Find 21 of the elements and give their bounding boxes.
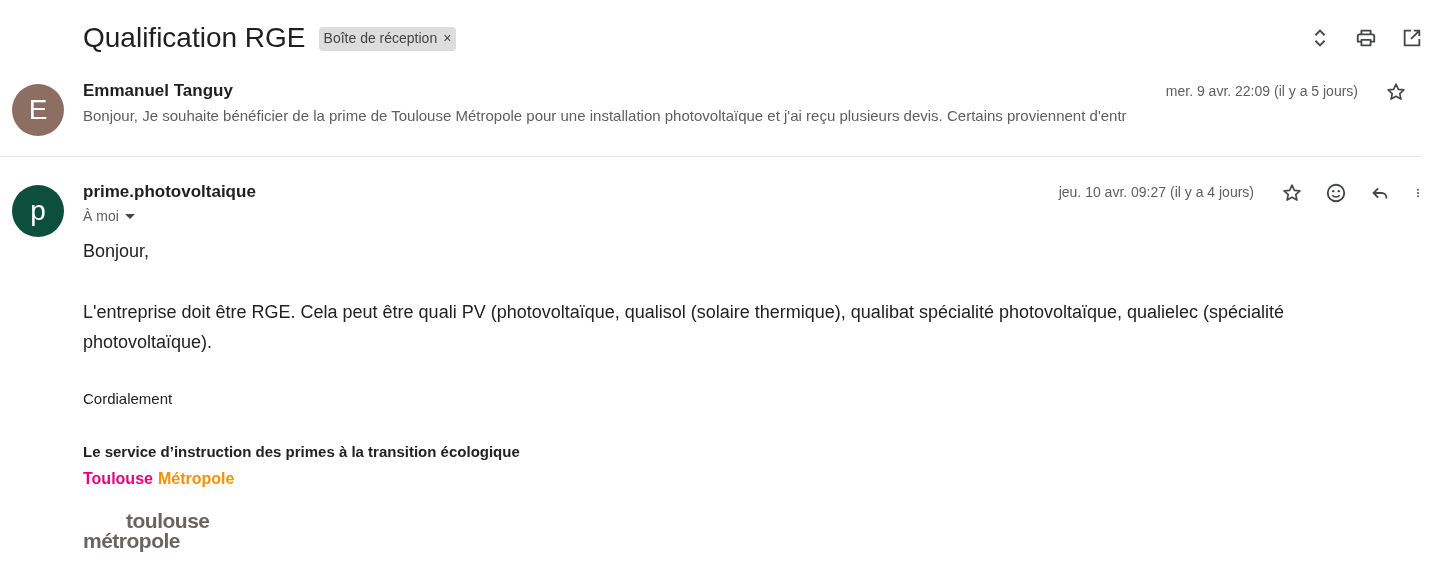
remove-label-button[interactable]: ×: [443, 28, 452, 49]
message-date: mer. 9 avr. 22:09 (il y a 5 jours): [1165, 82, 1358, 101]
body-paragraph: L'entreprise doit être RGE. Cela peut être quali PV (photovoltaïque, qualisol (solaire thermique), qualibat spécialité photovoltaïque, qualielec (spécialité photovoltaïque).: [83, 301, 1286, 354]
label-text: Boîte de réception: [323, 29, 438, 48]
avatar: p: [12, 185, 64, 237]
message-date: jeu. 10 avr. 09:27 (il y a 4 jours): [1058, 183, 1254, 202]
recipient-dropdown[interactable]: À moi: [83, 206, 135, 227]
organization-name: Toulouse: [83, 469, 153, 489]
thread-subject: Qualification RGE: [83, 21, 306, 55]
logo-text: métropole: [83, 531, 181, 551]
sender-name: prime.photovoltaique: [83, 181, 257, 203]
organization-name: Métropole: [157, 469, 235, 489]
closing-text: Cordialement: [83, 389, 174, 409]
body-paragraph: Bonjour,: [83, 240, 151, 263]
signature-title: Le service d’instruction des primes à la transition écologique: [83, 441, 521, 462]
sender-name: Emmanuel Tanguy: [83, 80, 234, 102]
message-snippet: Bonjour, Je souhaite bénéficier de la prime de Toulouse Métropole pour une installation photovoltaïque et j'ai reçu plusieurs devis. Certains proviennent d'entr: [83, 106, 1128, 126]
caret-icon: [124, 213, 135, 220]
avatar: E: [12, 84, 64, 136]
logo-text: toulouse: [125, 511, 211, 531]
emoji-icon[interactable]: [1324, 181, 1348, 205]
